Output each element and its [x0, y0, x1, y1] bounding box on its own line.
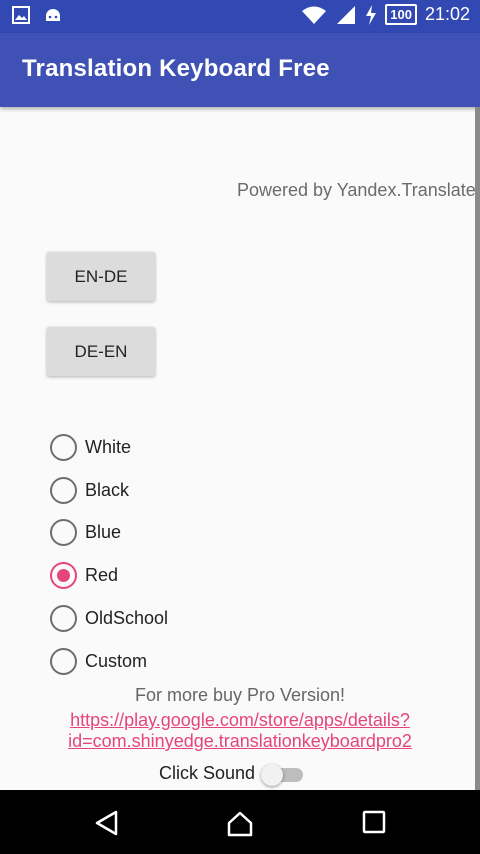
- clock: 21:02: [424, 4, 470, 24]
- app-bar: Translation Keyboard Free: [0, 33, 480, 107]
- radio-button-icon[interactable]: [50, 519, 77, 546]
- app-title: Translation Keyboard Free: [22, 55, 330, 82]
- recents-icon[interactable]: [362, 810, 386, 834]
- link-line-1[interactable]: https://play.google.com/store/apps/detai…: [0, 710, 480, 731]
- pro-version-link[interactable]: https://play.google.com/store/apps/detai…: [0, 710, 480, 752]
- radio-label: White: [85, 437, 132, 457]
- radio-oldschool[interactable]: OldSchool: [50, 605, 168, 632]
- battery-level: 100: [385, 4, 417, 25]
- click-sound-row: Click Sound: [159, 763, 304, 786]
- wifi-icon: [302, 6, 327, 24]
- radio-button-icon[interactable]: [50, 477, 77, 504]
- back-icon[interactable]: [94, 810, 120, 836]
- radio-button-icon[interactable]: [50, 605, 77, 632]
- radio-label: Custom: [85, 651, 148, 671]
- switch-thumb: [261, 763, 284, 786]
- signal-icon: [337, 5, 356, 24]
- home-icon[interactable]: [226, 810, 254, 838]
- radio-button-icon[interactable]: [50, 648, 77, 675]
- en-de-button[interactable]: EN-DE: [47, 252, 155, 301]
- promo-text: For more buy Pro Version!: [134, 685, 346, 705]
- radio-red[interactable]: Red: [50, 562, 118, 589]
- status-bar: 100 21:02: [0, 0, 480, 33]
- de-en-button[interactable]: DE-EN: [47, 327, 155, 376]
- radio-label: Black: [85, 480, 130, 500]
- radio-black[interactable]: Black: [50, 477, 129, 504]
- radio-blue[interactable]: Blue: [50, 519, 121, 546]
- radio-label: OldSchool: [85, 608, 169, 628]
- powered-by-text: Powered by Yandex.Translate: [237, 180, 476, 200]
- click-sound-switch[interactable]: [261, 763, 304, 786]
- radio-label: Red: [85, 565, 119, 585]
- charging-icon: [366, 4, 377, 25]
- radio-white[interactable]: White: [50, 434, 131, 461]
- radio-custom[interactable]: Custom: [50, 648, 147, 675]
- click-sound-label: Click Sound: [159, 763, 256, 783]
- android-icon: [46, 9, 60, 21]
- radio-button-icon[interactable]: [50, 434, 77, 461]
- radio-button-checked-icon[interactable]: [50, 562, 77, 589]
- navigation-bar: [0, 790, 480, 854]
- image-icon: [12, 6, 30, 24]
- link-line-2[interactable]: id=com.shinyedge.translationkeyboardpro2: [0, 731, 480, 752]
- radio-label: Blue: [85, 522, 122, 542]
